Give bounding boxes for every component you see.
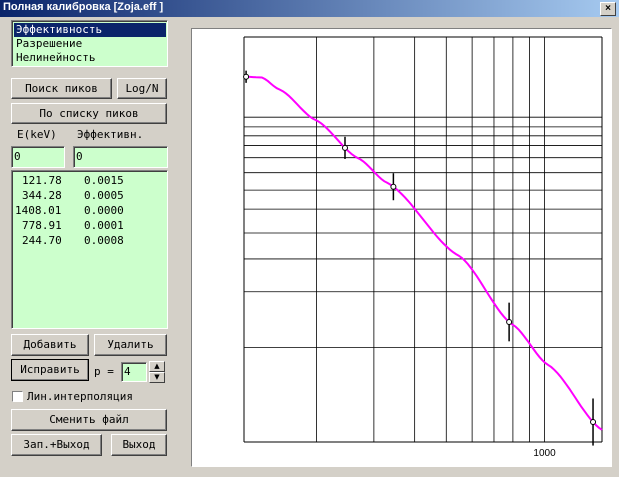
window-title: Полная калибровка [Zoja.eff ] xyxy=(3,1,164,13)
exit-button[interactable]: Выход xyxy=(111,434,167,456)
peak-row-energy[interactable]: 121.78 xyxy=(22,174,62,187)
mode-list[interactable]: Эффективность Разрешение Нелинейность xyxy=(11,20,168,67)
peak-list[interactable]: 121.78 0.0015 344.28 0.0005 1408.01 0.00… xyxy=(11,170,168,329)
x-tick-label: 1000 xyxy=(533,448,556,459)
data-point xyxy=(590,419,597,426)
peak-row-eff[interactable]: 0.0008 xyxy=(84,234,124,247)
data-point xyxy=(243,73,250,80)
interpolation-label: Лин.интерполяция xyxy=(27,390,133,403)
poly-order-label: p = xyxy=(94,365,114,378)
mode-item-efficiency[interactable]: Эффективность xyxy=(14,23,166,37)
chart-svg: 1000 xyxy=(243,36,603,459)
peak-search-button[interactable]: Поиск пиков xyxy=(11,78,112,99)
interpolation-checkbox[interactable] xyxy=(12,391,23,402)
by-peak-list-button[interactable]: По списку пиков xyxy=(11,103,167,124)
close-button[interactable]: × xyxy=(600,2,616,16)
peak-row-eff[interactable]: 0.0001 xyxy=(84,219,124,232)
mode-item-nonlinearity[interactable]: Нелинейность xyxy=(14,51,97,65)
efficiency-input[interactable]: 0 xyxy=(73,146,168,168)
calibration-plot[interactable]: 1000 xyxy=(191,28,612,467)
add-button[interactable]: Добавить xyxy=(11,334,89,356)
change-file-button[interactable]: Сменить файл xyxy=(11,409,167,431)
poly-order-value: 4 xyxy=(124,365,131,378)
delete-button[interactable]: Удалить xyxy=(94,334,167,356)
mode-item-resolution[interactable]: Разрешение xyxy=(14,37,84,51)
grid xyxy=(243,36,603,443)
peak-row-eff[interactable]: 0.0015 xyxy=(84,174,124,187)
data-point xyxy=(341,144,348,151)
peak-row-energy[interactable]: 778.91 xyxy=(22,219,62,232)
data-point xyxy=(390,183,397,190)
energy-input[interactable]: 0 xyxy=(11,146,65,168)
peak-row-eff[interactable]: 0.0005 xyxy=(84,189,124,202)
peak-row-eff[interactable]: 0.0000 xyxy=(84,204,124,217)
save-exit-button[interactable]: Зап.+Выход xyxy=(11,434,102,456)
spin-down-button[interactable]: ▼ xyxy=(149,372,165,383)
efficiency-curve xyxy=(243,75,603,431)
fix-button[interactable]: Исправить xyxy=(11,359,89,381)
tick-labels: 1000 xyxy=(533,448,556,459)
poly-order-input[interactable]: 4 xyxy=(121,362,147,382)
peak-row-energy[interactable]: 1408.01 xyxy=(15,204,61,217)
title-bar: Полная калибровка [Zoja.eff ] × xyxy=(0,0,619,17)
energy-column-label: E(keV) xyxy=(17,128,57,141)
efficiency-column-label: Эффективн. xyxy=(77,128,144,141)
data-point xyxy=(506,318,513,325)
peak-row-energy[interactable]: 344.28 xyxy=(22,189,62,202)
peak-row-energy[interactable]: 244.70 xyxy=(22,234,62,247)
efficiency-input-value: 0 xyxy=(76,150,83,163)
energy-input-value: 0 xyxy=(14,150,21,163)
spin-up-button[interactable]: ▲ xyxy=(149,361,165,372)
log-n-button[interactable]: Log/N xyxy=(117,78,167,99)
